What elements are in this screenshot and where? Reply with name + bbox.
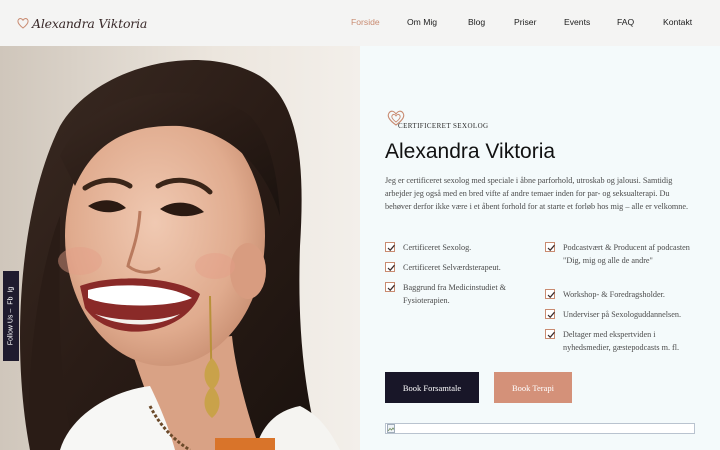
feature-item: Workshop- & Foredragsholder. (545, 288, 695, 301)
book-terapi-button[interactable]: Book Terapi (494, 372, 572, 403)
check-box-icon (545, 309, 555, 319)
feature-text: Deltager med ekspertviden i nyhedsmedier… (563, 330, 680, 352)
feature-list: Certificeret Sexolog. Certificeret Selvæ… (385, 241, 695, 361)
nav-item-blog[interactable]: Blog (468, 17, 485, 27)
check-box-icon (385, 242, 395, 252)
nav-item-om-mig[interactable]: Om Mig (407, 17, 437, 27)
feature-text: Certificeret Sexolog. (403, 243, 472, 252)
check-box-icon (545, 242, 555, 252)
logo[interactable]: Alexandra Viktoria (16, 12, 147, 34)
feature-text: Workshop- & Foredragsholder. (563, 290, 665, 299)
follow-us-label: Follow Us – (7, 308, 15, 346)
embedded-image-placeholder (385, 423, 695, 434)
feature-item: Deltager med ekspertviden i nyhedsmedier… (545, 328, 695, 354)
feature-text: Baggrund fra Medicinstudiet & Fysioterap… (403, 283, 507, 305)
feature-item: Podcastvært & Producent af podcasten "Di… (545, 241, 695, 267)
feature-item: Certificeret Sexolog. (385, 241, 535, 254)
check-box-icon (385, 282, 395, 292)
check-box-icon (385, 262, 395, 272)
nav-item-forside[interactable]: Forside (351, 17, 380, 27)
broken-image-icon (387, 424, 395, 433)
nav-item-priser[interactable]: Priser (514, 17, 536, 27)
hero-portrait-photo: Follow Us – Fb Ig (0, 46, 360, 450)
facebook-link[interactable]: Fb (8, 297, 15, 305)
intro-paragraph: Jeg er certificeret sexolog med speciale… (385, 176, 689, 211)
feature-item: Certificeret Selværdsterapeut. (385, 261, 535, 274)
feature-item: Underviser på Sexologuddannelsen. (545, 308, 695, 321)
logo-text: Alexandra Viktoria (32, 15, 148, 31)
page-title: Alexandra Viktoria (385, 140, 556, 163)
badge-label: CERTIFICERET SEXOLOG (398, 122, 489, 130)
site-header: Alexandra Viktoria Forside Om Mig Blog P… (0, 0, 720, 46)
nav-item-faq[interactable]: FAQ (617, 17, 634, 27)
instagram-link[interactable]: Ig (8, 287, 15, 293)
feature-text: Certificeret Selværdsterapeut. (403, 263, 501, 272)
nav-item-kontakt[interactable]: Kontakt (663, 17, 692, 27)
feature-item: Baggrund fra Medicinstudiet & Fysioterap… (385, 281, 535, 307)
feature-text: Underviser på Sexologuddannelsen. (563, 310, 682, 319)
check-box-icon (545, 329, 555, 339)
check-box-icon (545, 289, 555, 299)
certified-badge: CERTIFICERET SEXOLOG (385, 108, 505, 132)
book-forsamtale-button[interactable]: Book Forsamtale (385, 372, 479, 403)
nav-item-events[interactable]: Events (564, 17, 590, 27)
follow-us-bar: Follow Us – Fb Ig (3, 271, 19, 361)
feature-text: Podcastvært & Producent af podcasten "Di… (563, 243, 690, 265)
heart-outline-icon (17, 18, 29, 29)
